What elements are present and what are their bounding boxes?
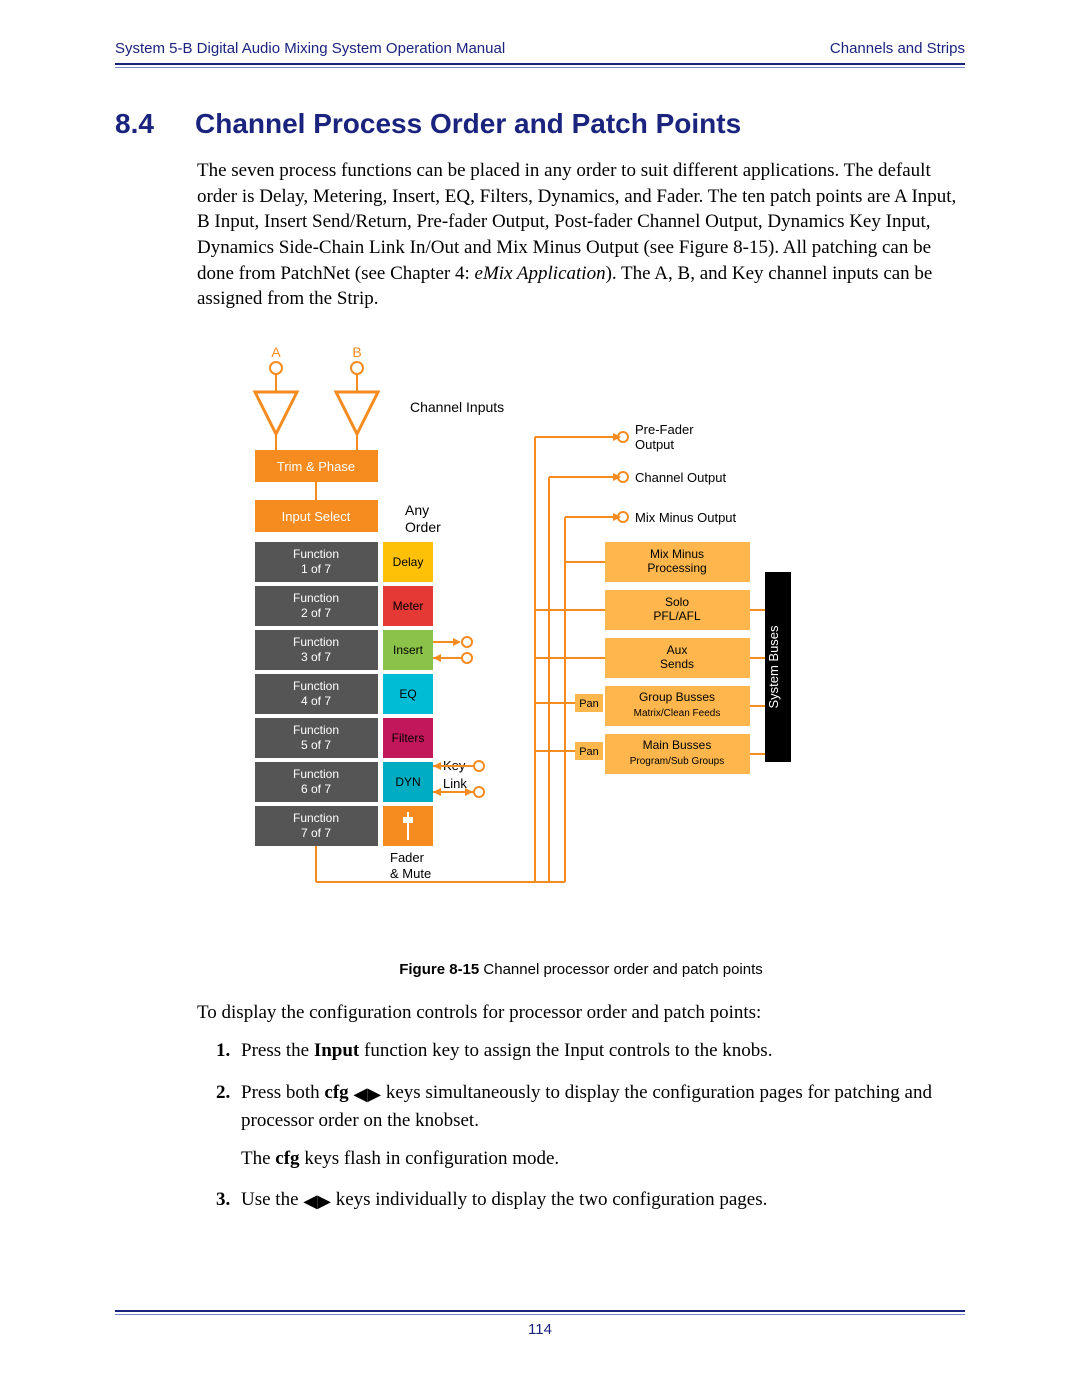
header-rule bbox=[115, 63, 965, 68]
left-right-arrows-icon: ◀▶ bbox=[353, 1084, 381, 1104]
dyn-label: DYN bbox=[395, 775, 420, 789]
prefader-label: Pre-FaderOutput bbox=[635, 422, 694, 452]
trim-phase-label: Trim & Phase bbox=[277, 459, 355, 474]
channel-output-label: Channel Output bbox=[635, 470, 726, 485]
input-b-node bbox=[351, 362, 363, 374]
insert-label: Insert bbox=[393, 643, 424, 657]
amp-b-icon bbox=[336, 392, 378, 434]
intro-text-italic: eMix Application bbox=[475, 263, 606, 284]
svg-text:Main Busses: Main Busses bbox=[643, 738, 712, 752]
section-number: 8.4 bbox=[115, 108, 195, 140]
svg-text:Group Busses: Group Busses bbox=[639, 690, 715, 704]
figure-label: Figure 8-15 bbox=[399, 961, 479, 978]
eq-label: EQ bbox=[399, 687, 416, 701]
figure-caption-text: Channel processor order and patch points bbox=[479, 961, 763, 978]
steps-list: Press the Input function key to assign t… bbox=[235, 1037, 965, 1214]
section-heading: 8.4Channel Process Order and Patch Point… bbox=[115, 108, 965, 140]
filters-label: Filters bbox=[392, 731, 425, 745]
input-a-node bbox=[270, 362, 282, 374]
step-1: Press the Input function key to assign t… bbox=[235, 1037, 965, 1065]
intro-paragraph: The seven process functions can be place… bbox=[197, 158, 965, 312]
svg-text:Pan: Pan bbox=[579, 746, 599, 758]
mixminus-output-label: Mix Minus Output bbox=[635, 510, 737, 525]
input-select-label: Input Select bbox=[282, 509, 351, 524]
section-title-text: Channel Process Order and Patch Points bbox=[195, 108, 741, 139]
page-footer: 114 bbox=[115, 1310, 965, 1338]
function-column: Function1 of 7 Function2 of 7 Function3 … bbox=[255, 542, 378, 846]
system-buses-label: System Buses bbox=[766, 625, 781, 709]
header-right: Channels and Strips bbox=[830, 40, 965, 57]
any-order-label: AnyOrder bbox=[405, 502, 441, 535]
input-b-label: B bbox=[352, 344, 361, 360]
step-3: Use the ◀▶ keys individually to display … bbox=[235, 1186, 965, 1214]
channel-inputs-label: Channel Inputs bbox=[410, 399, 504, 415]
figure-caption: Figure 8-15 Channel processor order and … bbox=[197, 961, 965, 978]
svg-text:Program/Sub Groups: Program/Sub Groups bbox=[630, 756, 725, 767]
delay-label: Delay bbox=[393, 555, 424, 569]
header-left: System 5-B Digital Audio Mixing System O… bbox=[115, 40, 505, 57]
link-label: Link bbox=[443, 776, 467, 791]
steps-intro: To display the configuration controls fo… bbox=[197, 1000, 965, 1026]
fader-mute-label: Fader& Mute bbox=[390, 850, 431, 881]
page-number: 114 bbox=[115, 1321, 965, 1338]
svg-text:Mix MinusProcessing: Mix MinusProcessing bbox=[647, 547, 706, 575]
diagram: A B Channel Inputs Trim & Phase Input Se… bbox=[235, 342, 875, 947]
amp-a-icon bbox=[255, 392, 297, 434]
step-2: Press both cfg ◀▶ keys simultaneously to… bbox=[235, 1079, 965, 1172]
svg-text:Matrix/Clean Feeds: Matrix/Clean Feeds bbox=[634, 708, 721, 719]
svg-text:Pan: Pan bbox=[579, 698, 599, 710]
input-a-label: A bbox=[271, 344, 281, 360]
meter-label: Meter bbox=[393, 599, 424, 613]
left-right-arrows-icon: ◀▶ bbox=[303, 1191, 331, 1211]
